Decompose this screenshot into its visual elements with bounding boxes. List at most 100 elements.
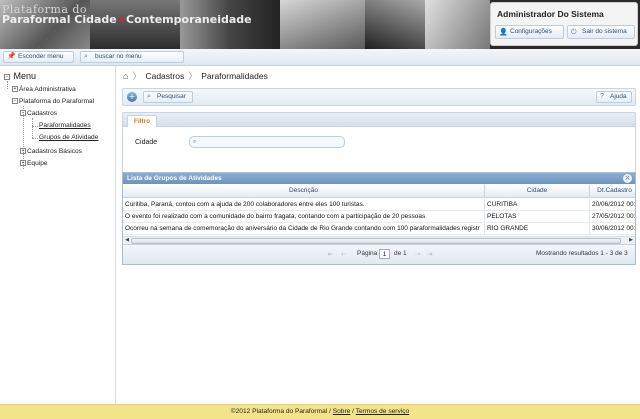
next-page-icon[interactable]: ⇢ xyxy=(415,250,420,258)
scroll-right-icon[interactable]: ▶ xyxy=(627,237,635,244)
footer-text: ©2012 Plataforma do Paraformal / xyxy=(230,408,333,415)
column-header-descricao[interactable]: Descrição xyxy=(123,185,485,198)
power-icon: ⏻ xyxy=(571,29,577,36)
city-input[interactable]: ⌕ xyxy=(189,136,345,148)
logo-text-cidade: Cidade xyxy=(74,13,117,26)
sidebar-item-area-administrativa[interactable]: + Área Administrativa xyxy=(12,86,76,93)
page-number-input[interactable]: 1 xyxy=(379,249,390,259)
hide-menu-button[interactable]: 📌 Esconder menu xyxy=(3,51,74,63)
logo-text-paraformal: Paraformal xyxy=(2,13,75,26)
table-cell[interactable]: CURITIBA xyxy=(485,199,590,211)
page-of-label: de 1 xyxy=(394,250,407,257)
search-icon: ⌕ xyxy=(193,138,197,145)
table-cell[interactable]: PELOTAS xyxy=(485,211,590,223)
sidebar-item-label: Equipe xyxy=(27,160,48,167)
grid-pager: ⇤ ⇠ Página 1 de 1 ⇢ ⇥ Mostrando resultad… xyxy=(123,244,635,264)
sidebar-item-plataforma[interactable]: − Plataforma do Paraformal xyxy=(12,98,94,105)
results-count: Mostrando resultados 1 - 3 de 3 xyxy=(536,250,628,257)
column-header-dt-cadastro[interactable]: Dt.Cadastro xyxy=(590,185,635,198)
sidebar-item-cadastros-basicos[interactable]: + Cadastros Básicos xyxy=(20,148,82,155)
table-cell[interactable]: O evento foi realizado com a comunidade … xyxy=(123,211,485,223)
last-page-icon[interactable]: ⇥ xyxy=(427,250,432,258)
sidebar-item-label: Plataforma do Paraformal xyxy=(19,98,95,105)
filter-panel: Filtro Cidade ⌕ xyxy=(122,112,636,174)
header-photo xyxy=(425,0,490,49)
top-toolbar: 📌 Esconder menu ⌕ buscar no menu xyxy=(0,49,640,66)
hide-menu-label: Esconder menu xyxy=(18,53,64,60)
close-icon[interactable]: × xyxy=(623,174,632,183)
column-header-cidade[interactable]: Cidade xyxy=(485,185,590,198)
breadcrumb: ⌂ 〉 Cadastros 〉 Paraformalidades xyxy=(123,69,268,83)
scroll-left-icon[interactable]: ◀ xyxy=(123,237,131,244)
user-box: Administrador Do Sistema 👤 Configurações… xyxy=(490,2,638,46)
add-button[interactable]: + xyxy=(127,92,137,102)
expand-toggle-icon[interactable]: + xyxy=(20,160,26,167)
help-icon: ? xyxy=(600,93,604,100)
search-button-label: Pesquisar xyxy=(157,93,186,100)
table-cell[interactable]: Ocorreu na semana de comemoração do aniv… xyxy=(123,223,485,235)
search-button[interactable]: ⌕ Pesquisar xyxy=(143,91,193,103)
breadcrumb-separator: 〉 xyxy=(188,71,198,81)
sidebar-item-label: Cadastros Básicos xyxy=(27,148,82,155)
header-photo xyxy=(365,0,425,49)
search-icon: ⌕ xyxy=(147,93,151,100)
table-cell[interactable]: 30/06/2012 00:0 xyxy=(590,223,635,235)
table-cell[interactable]: RIO GRANDE xyxy=(485,223,590,235)
tree-connector xyxy=(32,118,33,138)
sidebar-item-cadastros[interactable]: − Cadastros xyxy=(20,110,57,117)
menu-title-label: Menu xyxy=(13,71,37,81)
user-icon: 👤 xyxy=(499,29,508,36)
horizontal-scrollbar[interactable]: ◀ ▶ xyxy=(123,236,635,244)
app-header: Plataforma do Paraformal Cidade+Contempo… xyxy=(0,0,640,49)
page-label: Página xyxy=(357,250,378,257)
table-cell[interactable]: 20/06/2012 00:0 xyxy=(590,199,635,211)
activity-groups-grid: Lista de Grupos de Atividades × Descriçã… xyxy=(122,172,636,265)
tree-connector xyxy=(7,81,8,89)
sidebar-item-grupos-atividade[interactable]: Grupos de Atividade xyxy=(39,134,98,141)
table-cell[interactable]: 27/05/2012 00:0 xyxy=(590,211,635,223)
header-photo xyxy=(280,0,365,49)
collapse-toggle-icon[interactable]: − xyxy=(20,110,26,117)
table-cell[interactable]: Curitiba, Paraná, contou com a ajuda de … xyxy=(123,199,485,211)
filter-tabs: Filtro xyxy=(123,113,635,127)
logo-plus: + xyxy=(116,13,126,26)
collapse-toggle-icon[interactable]: − xyxy=(12,98,18,105)
menu-search-input[interactable]: ⌕ buscar no menu xyxy=(80,51,184,63)
breadcrumb-item[interactable]: Cadastros xyxy=(145,71,184,81)
pin-icon: 📌 xyxy=(7,53,16,60)
config-label: Configurações xyxy=(510,28,552,35)
breadcrumb-separator: 〉 xyxy=(132,71,142,81)
logo-line-2: Paraformal Cidade+Contemporaneidade xyxy=(2,13,252,26)
breadcrumb-item[interactable]: Paraformalidades xyxy=(201,71,268,81)
sidebar-item-paraformalidades[interactable]: Paraformalidades xyxy=(39,122,91,129)
sidebar-item-label: Cadastros xyxy=(27,110,58,117)
tab-filtro[interactable]: Filtro xyxy=(127,115,157,127)
expand-toggle-icon[interactable]: + xyxy=(20,148,26,155)
grid-title: Lista de Grupos de Atividades xyxy=(123,173,635,184)
about-link[interactable]: Sobre xyxy=(333,408,351,415)
home-icon[interactable]: ⌂ xyxy=(123,71,128,81)
logo-text-contemporaneidade: Contemporaneidade xyxy=(126,13,252,26)
collapse-toggle-icon[interactable]: − xyxy=(4,73,10,80)
menu-title[interactable]: − Menu xyxy=(4,71,36,81)
help-button[interactable]: ? Ajuda xyxy=(596,91,632,103)
sidebar-item-equipe[interactable]: + Equipe xyxy=(20,160,48,167)
menu-search-placeholder: buscar no menu xyxy=(95,53,142,60)
logout-label: Sair do sistema xyxy=(582,28,627,35)
tree-connector xyxy=(32,138,38,139)
expand-toggle-icon[interactable]: + xyxy=(12,86,18,93)
first-page-icon[interactable]: ⇤ xyxy=(328,250,333,258)
page-toolbar: + ⌕ Pesquisar ? Ajuda xyxy=(122,88,636,106)
config-button[interactable]: 👤 Configurações xyxy=(495,25,564,39)
city-label: Cidade xyxy=(135,139,158,146)
terms-link[interactable]: Termos de serviço xyxy=(356,408,410,415)
page-footer: ©2012 Plataforma do Paraformal / Sobre /… xyxy=(0,404,640,419)
main-content: ⌂ 〉 Cadastros 〉 Paraformalidades + ⌕ Pesquis… xyxy=(117,66,640,404)
prev-page-icon[interactable]: ⇠ xyxy=(341,250,346,258)
sidebar-menu: − Menu + Área Administrativa − Plataforma … xyxy=(0,66,116,404)
search-icon: ⌕ xyxy=(84,53,88,60)
sidebar-item-label: Área Administrativa xyxy=(19,86,76,93)
help-button-label: Ajuda xyxy=(610,93,627,100)
logout-button[interactable]: ⏻ Sair do sistema xyxy=(567,25,635,39)
tree-connector xyxy=(32,126,38,127)
